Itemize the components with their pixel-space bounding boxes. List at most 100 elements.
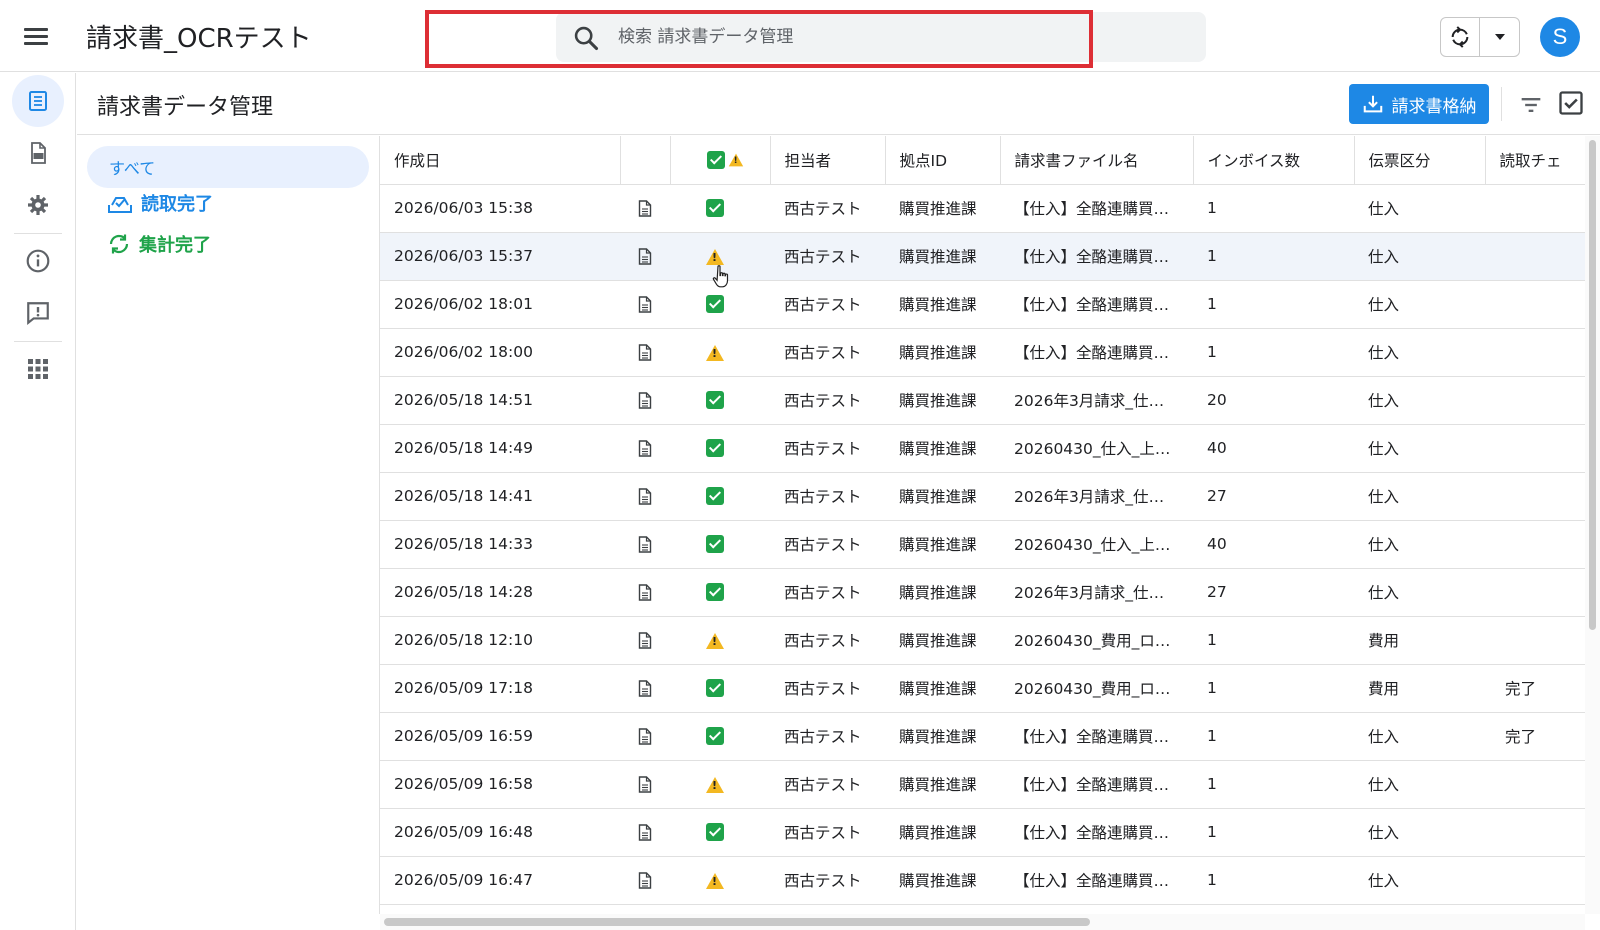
- checkbox-icon[interactable]: [1557, 89, 1585, 117]
- filter-all[interactable]: すべて: [87, 146, 369, 188]
- document-icon[interactable]: [638, 584, 652, 601]
- table-row[interactable]: 2026/05/18 14:51 西古テスト 購買推進課 2026年3月請求_仕入_.…: [380, 376, 1585, 425]
- cell-file[interactable]: [620, 568, 670, 617]
- table-row[interactable]: 2026/05/09 16:47 西古テスト購買推進課【仕入】全酪連購買生乳...…: [380, 856, 1585, 905]
- csv-nav[interactable]: [12, 127, 64, 179]
- cell-file[interactable]: [620, 664, 670, 713]
- menu-icon[interactable]: [18, 20, 54, 52]
- warning-status-icon: [706, 344, 724, 361]
- col-header-read-check[interactable]: 読取チェ: [1485, 136, 1585, 185]
- cell-owner: 西古テスト: [770, 328, 885, 377]
- horizontal-scrollbar-thumb[interactable]: [384, 918, 1090, 926]
- cell-file[interactable]: [620, 232, 670, 281]
- cell-filename: 【仕入】全酪連購買生乳...: [1000, 808, 1193, 857]
- settings-nav[interactable]: [12, 179, 64, 231]
- feedback-nav[interactable]: [12, 287, 64, 339]
- table-row[interactable]: 2026/06/03 15:37 西古テスト購買推進課【仕入】全酪連購買生乳...…: [380, 232, 1585, 281]
- cell-site: 購買推進課: [885, 280, 1000, 329]
- cell-file[interactable]: [620, 760, 670, 809]
- cell-file[interactable]: [620, 616, 670, 665]
- cell-read-check: [1485, 232, 1585, 281]
- document-icon[interactable]: [638, 632, 652, 649]
- col-header-owner[interactable]: 担当者: [770, 136, 886, 185]
- cell-file[interactable]: [620, 376, 670, 425]
- csv-file-icon: [31, 142, 46, 164]
- cell-invoice-count: 1: [1193, 184, 1354, 233]
- cell-site: 購買推進課: [885, 712, 1000, 761]
- col-header-status[interactable]: [670, 136, 771, 185]
- cell-created: 2026/05/09 16:58: [380, 760, 620, 809]
- cell-slip-type: 仕入: [1354, 568, 1485, 617]
- cell-file[interactable]: [620, 472, 670, 521]
- document-icon[interactable]: [638, 872, 652, 889]
- scan-tray-icon: [108, 197, 132, 213]
- table-row[interactable]: 2026/05/18 14:41 西古テスト 購買推進課 2026年3月請求_仕入_.…: [380, 472, 1585, 521]
- table-row[interactable]: 2026/05/09 17:18 西古テスト 購買推進課 20260430_費用_ロッ…: [380, 664, 1585, 713]
- document-icon[interactable]: [638, 776, 652, 793]
- top-bar: 請求書_OCRテスト S: [0, 0, 1600, 72]
- document-icon[interactable]: [638, 296, 652, 313]
- info-nav[interactable]: [12, 235, 64, 287]
- cell-status: [670, 424, 770, 473]
- cell-file[interactable]: [620, 520, 670, 569]
- document-icon[interactable]: [638, 440, 652, 457]
- col-header-filename[interactable]: 請求書ファイル名: [1000, 136, 1194, 185]
- cell-file[interactable]: [620, 808, 670, 857]
- filter-aggregate-complete-label: 集計完了: [139, 235, 211, 256]
- cell-owner: 西古テスト: [770, 856, 885, 905]
- col-header-site[interactable]: 拠点ID: [885, 136, 1001, 185]
- document-icon[interactable]: [638, 344, 652, 361]
- check-status-icon: [706, 295, 724, 314]
- col-header-created[interactable]: 作成日: [380, 136, 621, 185]
- filter-aggregate-complete[interactable]: 集計完了: [107, 229, 211, 259]
- cell-site: 購買推進課: [885, 520, 1000, 569]
- cell-slip-type: 仕入: [1354, 856, 1485, 905]
- document-icon[interactable]: [638, 680, 652, 697]
- cell-file[interactable]: [620, 712, 670, 761]
- store-invoice-button[interactable]: 請求書格納: [1349, 84, 1489, 124]
- cell-created: 2026/05/18 12:10: [380, 616, 620, 665]
- document-icon[interactable]: [638, 392, 652, 409]
- avatar[interactable]: S: [1540, 17, 1580, 57]
- document-icon[interactable]: [638, 824, 652, 841]
- col-header-invoice-count[interactable]: インボイス数: [1193, 136, 1355, 185]
- cell-file[interactable]: [620, 424, 670, 473]
- document-icon[interactable]: [638, 488, 652, 505]
- sync-icon: [1451, 26, 1469, 48]
- cell-file[interactable]: [620, 856, 670, 905]
- document-icon[interactable]: [638, 728, 652, 745]
- cell-file[interactable]: [620, 328, 670, 377]
- table-row[interactable]: 2026/05/18 14:49 西古テスト 購買推進課 20260430_仕入_上組…: [380, 424, 1585, 473]
- cell-created: 2026/05/09 16:47: [380, 856, 620, 905]
- invoice-list-nav[interactable]: [12, 75, 64, 127]
- cell-file[interactable]: [620, 280, 670, 329]
- sync-dropdown-button[interactable]: [1480, 18, 1519, 56]
- table-row[interactable]: 2026/05/09 16:48 西古テスト 購買推進課 【仕入】全酪連購買生乳...…: [380, 808, 1585, 857]
- table-row[interactable]: 2026/05/09 16:59 西古テスト 購買推進課 【仕入】全酪連購買生乳...…: [380, 712, 1585, 761]
- info-icon: [26, 249, 50, 273]
- gear-icon: [28, 195, 48, 215]
- table-row[interactable]: 2026/06/03 15:38 西古テスト 購買推進課 【仕入】全酪連購買生乳...…: [380, 184, 1585, 233]
- col-header-slip-type[interactable]: 伝票区分: [1354, 136, 1486, 185]
- horizontal-scrollbar[interactable]: [380, 914, 1585, 930]
- table-row[interactable]: 2026/05/18 14:33 西古テスト 購買推進課 20260430_仕入_上組…: [380, 520, 1585, 569]
- sync-button[interactable]: [1441, 18, 1481, 56]
- cell-file[interactable]: [620, 184, 670, 233]
- vertical-scrollbar[interactable]: [1585, 136, 1600, 914]
- vertical-scrollbar-thumb[interactable]: [1589, 140, 1596, 630]
- cell-read-check: [1485, 328, 1585, 377]
- filter-read-complete[interactable]: 読取完了: [107, 188, 213, 218]
- cell-slip-type: 仕入: [1354, 280, 1485, 329]
- filter-icon[interactable]: [1517, 91, 1545, 119]
- document-icon[interactable]: [638, 536, 652, 553]
- table-row[interactable]: 2026/06/02 18:01 西古テスト 購買推進課 【仕入】全酪連購買生乳...…: [380, 280, 1585, 329]
- apps-nav[interactable]: [12, 343, 64, 395]
- table-row[interactable]: 2026/05/18 12:10 西古テスト購買推進課20260430_費用_ロッ…: [380, 616, 1585, 665]
- table-row[interactable]: 2026/06/02 18:00 西古テスト購買推進課【仕入】全酪連購買生乳...…: [380, 328, 1585, 377]
- cell-site: 購買推進課: [885, 376, 1000, 425]
- document-icon[interactable]: [638, 200, 652, 217]
- document-icon[interactable]: [638, 248, 652, 265]
- cell-owner: 西古テスト: [770, 232, 885, 281]
- table-row[interactable]: 2026/05/18 14:28 西古テスト 購買推進課 2026年3月請求_仕入_.…: [380, 568, 1585, 617]
- table-row[interactable]: 2026/05/09 16:58 西古テスト購買推進課【仕入】全酪連購買生乳...…: [380, 760, 1585, 809]
